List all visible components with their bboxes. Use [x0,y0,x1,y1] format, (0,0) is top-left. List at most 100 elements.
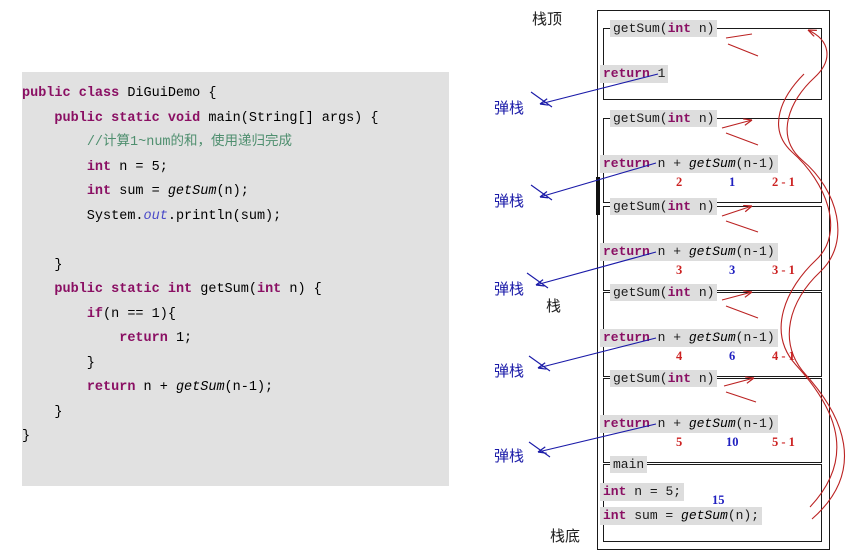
code-token: } [22,404,63,420]
code-token: n) [698,21,715,36]
code-token: (n); [727,508,760,523]
stack-frame: getSum(int n) return n + getSum(n-1) 5 10 5 … [600,370,822,463]
code-token: getSum [688,244,736,259]
label-stack-top: 栈顶 [532,10,563,28]
code-token: .println(sum); [167,208,282,224]
code-token: n) [698,371,715,386]
code-token: getSum [688,330,736,345]
value-annotation: 2 - 1 [772,175,795,189]
code-token: public [22,86,79,101]
value-annotation: 2 [676,175,683,189]
code-token: sum = [119,184,168,199]
code-token: } [22,257,63,273]
code-token: } [22,429,31,444]
code-token: getSum( [613,285,668,300]
code-line: public static int getSum(int n) { [22,278,449,303]
label-pop-3: 弹栈 [494,280,525,298]
code-token: class [78,86,128,101]
code-token: return [603,330,658,345]
code-token: return [119,331,176,346]
code-token: return [603,416,658,431]
code-token: out [143,208,168,224]
stack-frame-title: getSum(int n) [610,20,718,37]
stack-frame-title: getSum(int n) [610,370,718,387]
value-annotation: 5 [676,435,683,449]
code-token: n + [657,156,689,171]
stack-frame-title: getSum(int n) [610,110,718,127]
code-token: getSum [167,184,217,199]
code-line: } [22,425,449,450]
code-token: int [86,184,120,199]
stack-frame: getSum(int n) return n + getSum(n-1) 4 6 4 -… [600,284,823,377]
code-token: int [603,508,635,523]
code-token: getSum( [613,21,668,36]
code-token: if [86,306,104,322]
label-stack: 栈 [546,297,562,315]
code-token: public [22,282,112,297]
code-token: //计算1~num的和，使用递归完成 [86,135,293,150]
code-token: getSum [688,416,736,431]
code-token: public [22,110,112,126]
code-token: getSum( [613,371,668,386]
code-token: DiGuiDemo { [127,86,217,101]
code-token: getSum( [200,282,257,297]
stack-edge-tick [596,177,600,215]
code-line: if(n == 1){ [22,303,449,328]
stack-frame-annotations: 2 1 2 - 1 [604,175,823,190]
code-lines: public class DiGuiDemo { public static v… [22,82,449,450]
value-annotation: 6 [729,349,736,363]
code-token: ; [159,159,168,175]
code-line: System.out.println(sum); [22,205,449,230]
code-line: //计算1~num的和，使用递归完成 [22,131,449,156]
stack-frame: main int n = 5; int sum = getSum(n); 15 [600,456,822,542]
code-token: int [86,159,120,175]
code-token: return [603,156,658,171]
blue-pop-tails [526,91,553,458]
code-token: (n-1) [735,330,775,345]
code-token: void [167,110,209,126]
code-token: getSum( [613,199,668,214]
code-token: n) [698,199,715,214]
code-token: main [613,457,645,472]
code-token: 5 [151,159,160,175]
code-token: sum = [634,508,682,523]
code-token: int [667,285,699,300]
diagram-root: public class DiGuiDemo { public static v… [0,0,868,559]
code-token: return [603,244,658,259]
stack-frame-body: return n + getSum(n-1) [600,155,778,173]
stack-frame-body: return n + getSum(n-1) [600,243,778,261]
code-token: int [667,21,699,36]
code-token: (n-1) [735,244,775,259]
code-token: n = [119,159,152,175]
code-token: } [22,355,95,371]
label-pop-1: 弹栈 [494,99,525,117]
code-token: ){ [159,306,176,322]
stack-frame-annotations: 4 6 4 - 1 [604,349,823,364]
code-token: int [667,199,699,214]
code-token: return [86,380,144,395]
value-annotation: 1 [729,175,736,189]
code-line: public static void main(String[] args) { [22,107,449,132]
value-annotation: 3 - 1 [772,263,795,277]
code-token: (n-1); [224,380,274,395]
code-line: return n + getSum(n-1); [22,376,449,401]
code-token: (n); [216,184,249,199]
code-token: int [667,111,699,126]
code-token: (n-1) [735,156,775,171]
code-token: System. [22,208,144,224]
code-token: static [111,110,168,126]
code-token: n + [143,380,176,395]
code-line: int sum = getSum(n); [22,180,449,205]
value-annotation: 5 - 1 [772,435,795,449]
value-annotation: 3 [729,263,736,277]
label-pop-2: 弹栈 [494,192,525,210]
stack-frame-body: return 1 [600,65,669,83]
stack-frame-title: getSum(int n) [610,284,718,301]
value-annotation: 15 [712,493,725,507]
